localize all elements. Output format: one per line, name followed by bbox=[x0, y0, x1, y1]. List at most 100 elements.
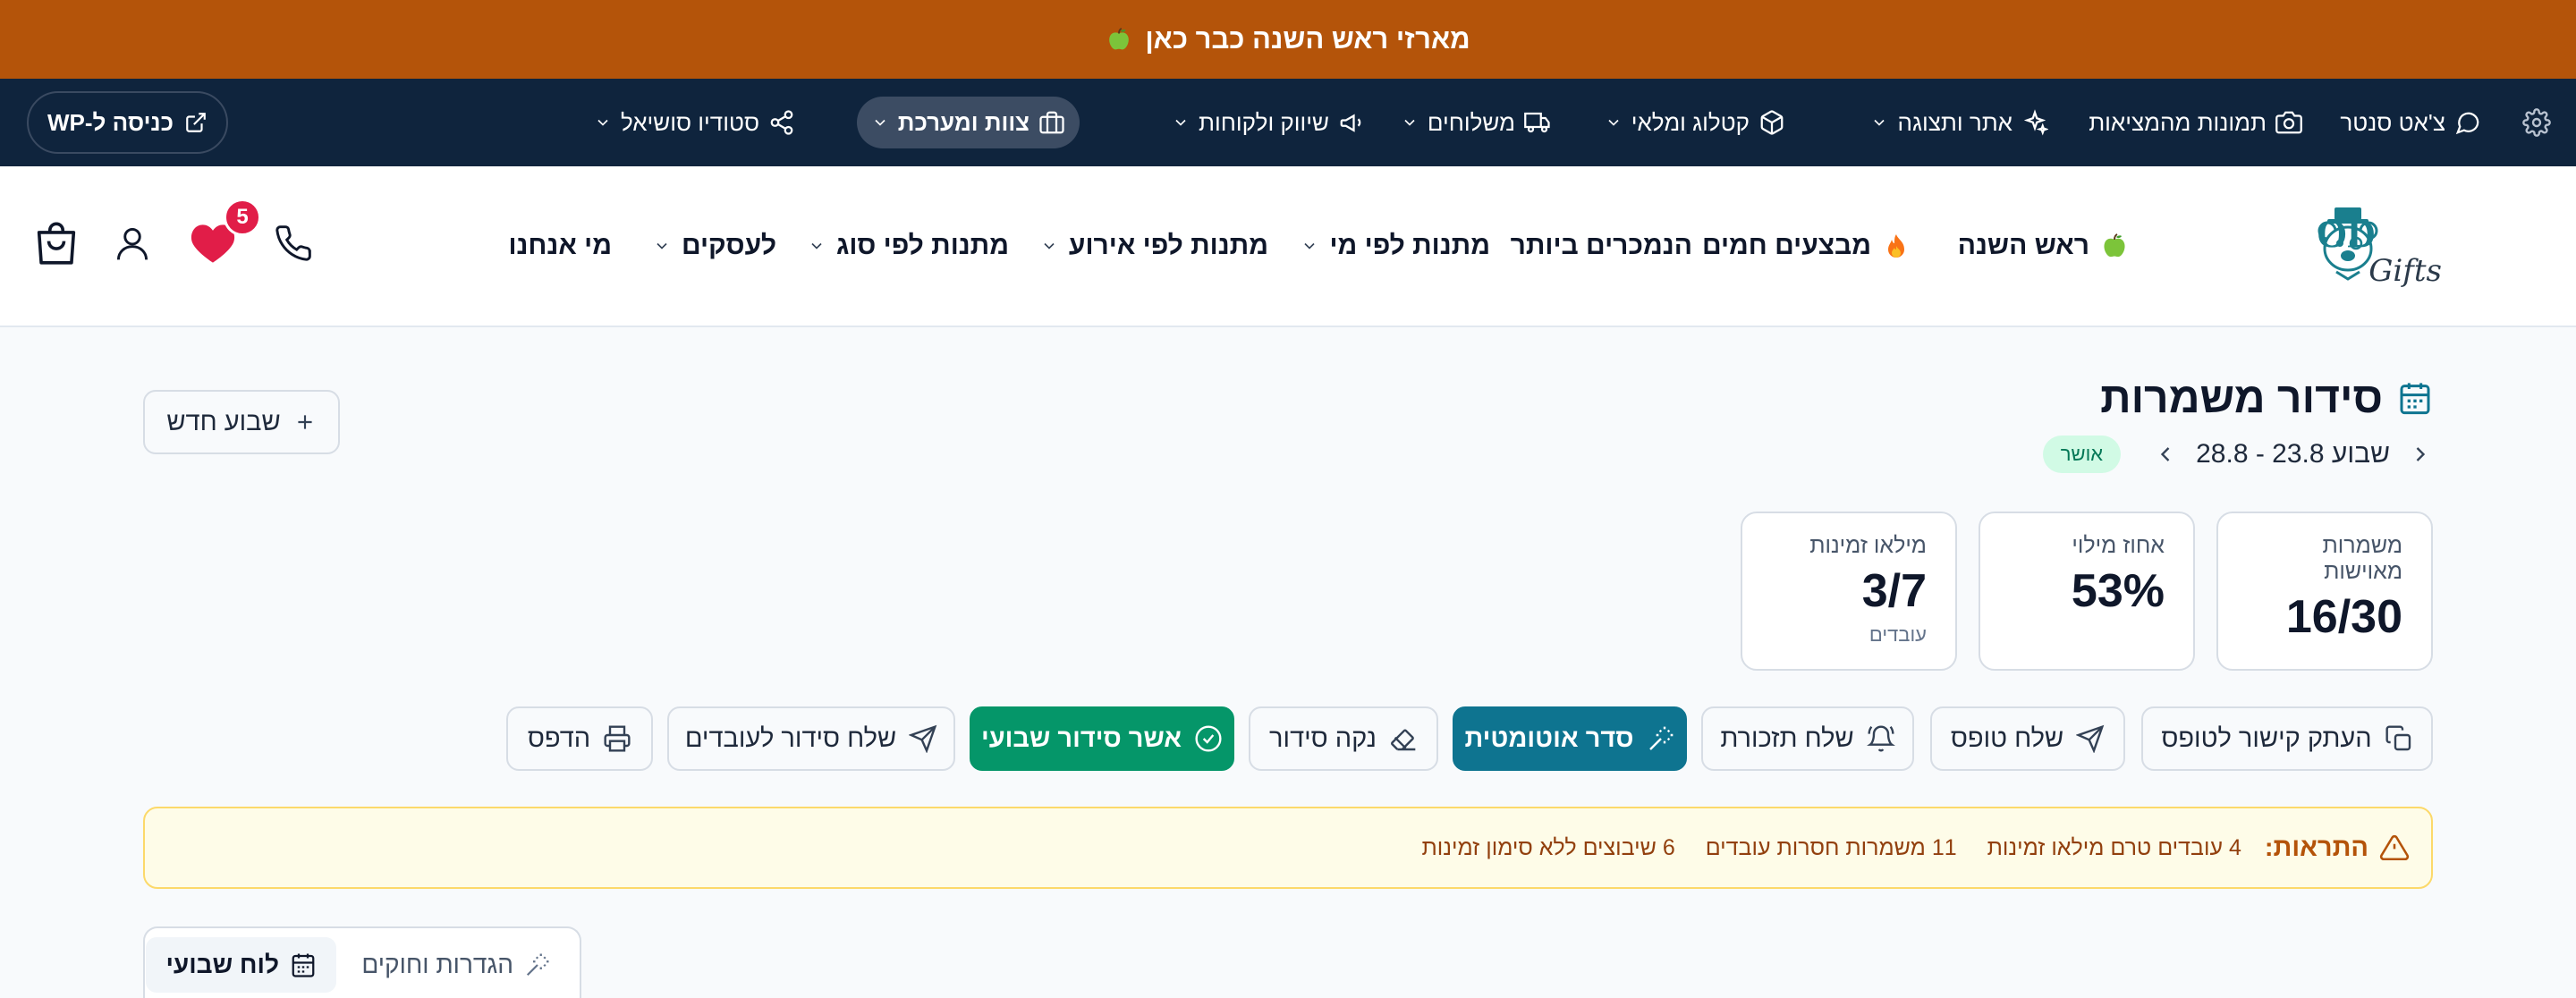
chevron-right-icon[interactable] bbox=[2408, 442, 2433, 467]
chevron-left-icon[interactable] bbox=[2153, 442, 2178, 467]
nav-item-label: מתנות לפי אירוע bbox=[1068, 231, 1268, 260]
nav-item-gifts-by-type[interactable]: מתנות לפי סוג bbox=[808, 224, 1009, 268]
nav-item-label: ראש השנה bbox=[1957, 231, 2089, 260]
admin-item-marketing[interactable]: שיווק ולקוחות bbox=[1157, 97, 1379, 148]
tab-settings-rules[interactable]: הגדרות וחוקים bbox=[342, 937, 571, 993]
nav-item-rosh-hashana[interactable]: ראש השנה bbox=[1958, 224, 2129, 268]
camera-icon bbox=[2275, 111, 2302, 134]
approve-weekly-schedule-button[interactable]: אשר סידור שבועי bbox=[970, 706, 1234, 771]
chevron-down-icon bbox=[657, 242, 667, 249]
alert-item: 6 שיבוצים ללא סימון זמינות bbox=[1421, 834, 1675, 860]
nav-item-best-sellers[interactable]: הנמכרים ביותר bbox=[1511, 224, 1692, 268]
chevron-down-icon bbox=[1044, 242, 1055, 249]
chevron-down-icon bbox=[811, 242, 822, 249]
week-label: שבוע 23.8 - 28.8 bbox=[2196, 439, 2390, 469]
stat-value: 3/7 bbox=[1861, 565, 1927, 617]
nav-item-label: מתנות לפי מי bbox=[1329, 231, 1490, 260]
nav-item-about[interactable]: מי אנחנו bbox=[508, 224, 612, 268]
phone-icon[interactable] bbox=[274, 224, 313, 263]
new-week-button[interactable]: שבוע חדש bbox=[143, 390, 340, 454]
page-title: סידור משמרות bbox=[2100, 368, 2433, 427]
stat-card-fill-rate: אחוז מילוי 53% bbox=[1979, 512, 2195, 671]
sparkles-icon bbox=[2023, 109, 2048, 136]
plus-icon bbox=[298, 415, 312, 429]
chevron-down-icon bbox=[597, 119, 608, 126]
megaphone-icon bbox=[1340, 114, 1361, 132]
stat-label: מילאו זמינות bbox=[1809, 533, 1927, 558]
tab-weekly-board[interactable]: לוח שבועי bbox=[146, 937, 336, 993]
admin-item-label: שיווק ולקוחות bbox=[1199, 108, 1329, 136]
external-link-icon bbox=[186, 113, 206, 132]
nav-item-label: מי אנחנו bbox=[508, 231, 612, 260]
admin-item-label: צ'אט סנטר bbox=[2340, 108, 2445, 136]
briefcase-icon bbox=[1039, 111, 1064, 134]
nav-item-hot-deals[interactable]: מבצעים חמים bbox=[1702, 224, 1911, 268]
chevron-down-icon bbox=[1608, 119, 1619, 126]
nav-item-label: מתנות לפי סוג bbox=[835, 231, 1009, 260]
admin-bar: צ'אט סנטר תמונות מהמציאות אתר ותצוגה קטל… bbox=[0, 79, 2576, 166]
green-apple-icon bbox=[1109, 27, 1130, 50]
new-week-label: שבוע חדש bbox=[166, 407, 281, 436]
printer-icon bbox=[604, 725, 631, 752]
green-apple-icon bbox=[2104, 233, 2125, 258]
copy-form-link-button[interactable]: העתק קישור לטופס bbox=[2141, 706, 2433, 771]
magic-wand-icon bbox=[1648, 726, 1673, 750]
stat-label: אחוז מילוי bbox=[2072, 533, 2165, 558]
box-icon bbox=[1760, 110, 1784, 135]
chevron-down-icon bbox=[1874, 119, 1885, 126]
nav-item-label: מבצעים חמים bbox=[1701, 231, 1871, 260]
view-tabs: לוח שבועי הגדרות וחוקים bbox=[143, 926, 581, 998]
admin-item-label: קטלוג ומלאי bbox=[1631, 108, 1750, 136]
clear-schedule-label: נקה סידור bbox=[1269, 723, 1377, 753]
admin-item-label: משלוחים bbox=[1427, 108, 1515, 136]
admin-item-chat-center[interactable]: צ'אט סנטר bbox=[2326, 97, 2496, 148]
admin-item-social-studio[interactable]: סטודיו סושיאל bbox=[580, 97, 809, 148]
send-icon bbox=[909, 724, 937, 753]
magic-wand-icon bbox=[526, 953, 549, 977]
print-button[interactable]: הדפס bbox=[506, 706, 653, 771]
auto-arrange-button[interactable]: סדר אוטומטית bbox=[1453, 706, 1687, 771]
admin-item-label: סטודיו סושיאל bbox=[620, 108, 759, 136]
main-nav: HASOD Gifts ראש השנה מבצעים חמים הנמכרים… bbox=[0, 166, 2576, 327]
alert-item: 11 משמרות חסרות עובדים bbox=[1705, 834, 1957, 860]
hasod-gifts-logo[interactable]: HASOD Gifts bbox=[2317, 202, 2540, 292]
share-icon bbox=[770, 110, 793, 135]
stat-value: 16/30 bbox=[2285, 591, 2402, 643]
warning-triangle-icon bbox=[2379, 834, 2410, 861]
nav-item-gifts-by-who[interactable]: מתנות לפי מי bbox=[1301, 224, 1490, 268]
tab-label: הגדרות וחוקים bbox=[361, 951, 513, 978]
chevron-down-icon bbox=[1304, 242, 1316, 249]
shopping-bag-icon[interactable] bbox=[30, 216, 82, 270]
admin-item-real-photos[interactable]: תמונות מהמציאות bbox=[2074, 97, 2317, 148]
page-title-text: סידור משמרות bbox=[2100, 374, 2383, 422]
status-badge: אושר bbox=[2042, 436, 2122, 473]
stat-value: 53% bbox=[2071, 565, 2165, 617]
send-form-label: שלח טופס bbox=[1950, 723, 2064, 753]
gear-icon[interactable] bbox=[2522, 108, 2551, 137]
admin-item-site-display[interactable]: אתר ותצוגה bbox=[1856, 97, 2063, 148]
stat-sub: עובדים bbox=[1868, 623, 1927, 646]
wp-login-button[interactable]: כניסה ל-WP bbox=[27, 91, 228, 154]
stat-card-availability-filled: מילאו זמינות 3/7 עובדים bbox=[1741, 512, 1957, 671]
promo-banner[interactable]: מארזי ראש השנה כבר כאן bbox=[0, 0, 2576, 79]
alert-item: 4 עובדים טרם מילאו זמינות bbox=[1987, 834, 2241, 860]
fire-icon bbox=[1888, 234, 1904, 258]
nav-item-gifts-by-event[interactable]: מתנות לפי אירוע bbox=[1040, 224, 1268, 268]
eraser-icon bbox=[1390, 729, 1416, 751]
send-reminder-button[interactable]: שלח תזכורת bbox=[1701, 706, 1914, 771]
admin-item-catalog-stock[interactable]: קטלוג ומלאי bbox=[1590, 97, 1800, 148]
nav-item-label: לעסקים bbox=[681, 231, 776, 260]
calendar-icon bbox=[292, 953, 315, 977]
alerts-title: התראות: bbox=[2265, 833, 2410, 863]
chevron-down-icon bbox=[875, 119, 886, 126]
send-icon bbox=[2076, 724, 2105, 753]
send-schedule-to-workers-button[interactable]: שלח סידור לעובדים bbox=[667, 706, 955, 771]
admin-item-label: אתר ותצוגה bbox=[1897, 108, 2012, 136]
admin-item-label: תמונות מהמציאות bbox=[2089, 108, 2267, 136]
clear-schedule-button[interactable]: נקה סידור bbox=[1249, 706, 1438, 771]
admin-item-shipping[interactable]: משלוחים bbox=[1386, 97, 1565, 148]
admin-item-team-system[interactable]: צוות ומערכת bbox=[856, 97, 1080, 148]
nav-item-business[interactable]: לעסקים bbox=[653, 224, 776, 268]
send-form-button[interactable]: שלח טופס bbox=[1930, 706, 2125, 771]
user-icon[interactable] bbox=[113, 224, 152, 263]
